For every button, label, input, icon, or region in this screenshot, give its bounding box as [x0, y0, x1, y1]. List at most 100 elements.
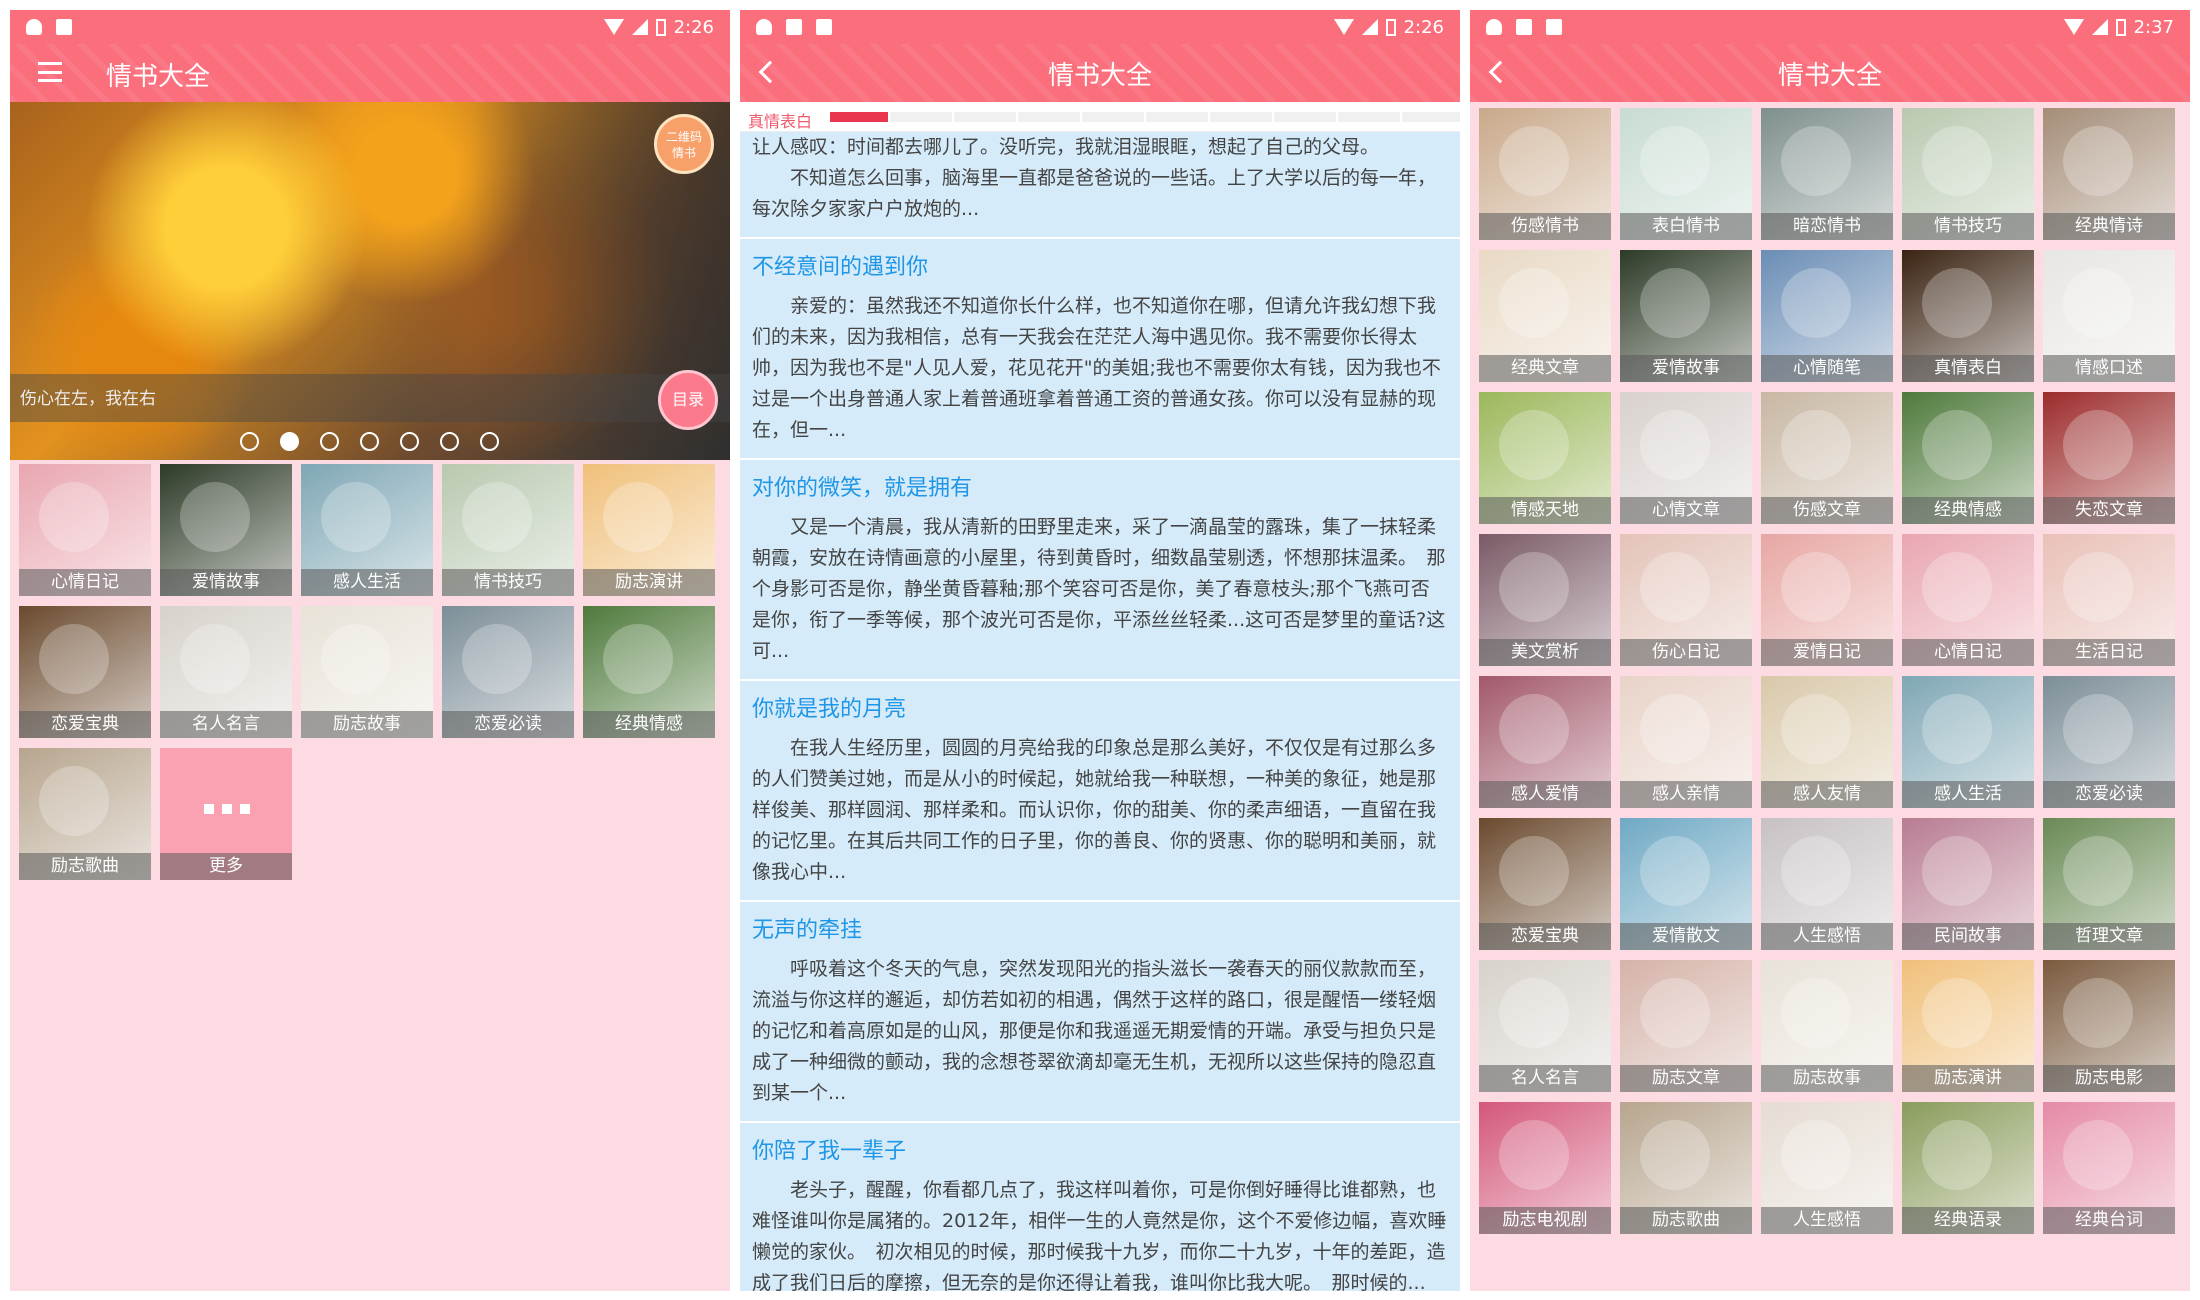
category-tile[interactable]: 经典情感: [583, 606, 715, 738]
category-tile[interactable]: 经典文章: [1479, 250, 1611, 382]
category-tile[interactable]: 伤感文章: [1761, 392, 1893, 524]
category-tile[interactable]: 励志演讲: [1902, 960, 2034, 1092]
article-card[interactable]: 对你的微笑，就是拥有 又是一个清晨，我从清新的田野里走来，采了一滴晶莹的露珠，集了…: [740, 460, 1460, 681]
article-card[interactable]: 你陪了我一辈子 老头子，醒醒，你看都几点了，我这样叫着你，可是你倒好睡得比谁都熟，…: [740, 1123, 1460, 1291]
category-tile[interactable]: 人生感悟: [1761, 1102, 1893, 1234]
carousel-dot[interactable]: [360, 432, 379, 451]
category-tile[interactable]: 暗恋情书: [1761, 108, 1893, 240]
category-image: [1499, 126, 1569, 196]
carousel-dot[interactable]: [240, 432, 259, 451]
category-tile[interactable]: 爱情日记: [1761, 534, 1893, 666]
category-tile[interactable]: 表白情书: [1620, 108, 1752, 240]
category-tile[interactable]: 感人生活: [301, 464, 433, 596]
category-tile[interactable]: 人生感悟: [1761, 818, 1893, 950]
category-tile[interactable]: 恋爱必读: [442, 606, 574, 738]
article-title[interactable]: 不经意间的遇到你: [752, 249, 1448, 281]
category-image: [2063, 552, 2133, 622]
image-icon: [1516, 19, 1532, 35]
category-tile[interactable]: 民间故事: [1902, 818, 2034, 950]
category-tile[interactable]: 爱情故事: [1620, 250, 1752, 382]
tab-active[interactable]: 真情表白: [748, 108, 812, 132]
image-icon: [786, 19, 802, 35]
category-tile[interactable]: 恋爱必读: [2043, 676, 2175, 808]
category-tile[interactable]: 感人生活: [1902, 676, 2034, 808]
category-tile[interactable]: 哲理文章: [2043, 818, 2175, 950]
category-label: 感人亲情: [1620, 781, 1752, 808]
article-card[interactable]: 不经意间的遇到你 亲爱的：虽然我还不知道你长什么样，也不知道你在哪，但请允许我幻想…: [740, 239, 1460, 460]
category-tile[interactable]: 心情文章: [1620, 392, 1752, 524]
carousel-dot[interactable]: [440, 432, 459, 451]
article-card[interactable]: 让人感叹：时间都去哪儿了。没听完，我就泪湿眼眶，想起了自己的父母。 不知道怎么回…: [740, 132, 1460, 239]
article-card[interactable]: 无声的牵挂 呼吸着这个冬天的气息，突然发现阳光的指头滋长一袭春天的丽仪款款而至，流…: [740, 902, 1460, 1123]
category-tile[interactable]: 励志电视剧: [1479, 1102, 1611, 1234]
category-tile[interactable]: 心情日记: [19, 464, 151, 596]
category-tile[interactable]: 心情随笔: [1761, 250, 1893, 382]
category-tile[interactable]: 励志文章: [1620, 960, 1752, 1092]
category-tile[interactable]: 恋爱宝典: [1479, 818, 1611, 950]
category-label: 民间故事: [1902, 923, 2034, 950]
category-tile[interactable]: 伤心日记: [1620, 534, 1752, 666]
category-image: [39, 624, 109, 694]
category-label: 励志文章: [1620, 1065, 1752, 1092]
article-card[interactable]: 你就是我的月亮 在我人生经历里，圆圆的月亮给我的印象总是那么美好，不仅仅是有过那么…: [740, 681, 1460, 902]
category-tile[interactable]: 经典台词: [2043, 1102, 2175, 1234]
category-tile[interactable]: 励志歌曲: [1620, 1102, 1752, 1234]
category-tile[interactable]: 经典语录: [1902, 1102, 2034, 1234]
more-button[interactable]: 更多: [160, 748, 292, 880]
category-tile[interactable]: 真情表白: [1902, 250, 2034, 382]
category-tile[interactable]: 情感天地: [1479, 392, 1611, 524]
article-list: 让人感叹：时间都去哪儿了。没听完，我就泪湿眼眶，想起了自己的父母。 不知道怎么回…: [740, 132, 1460, 1291]
article-title[interactable]: 你陪了我一辈子: [752, 1133, 1448, 1165]
carousel-dot[interactable]: [320, 432, 339, 451]
category-image: [462, 482, 532, 552]
category-tile[interactable]: 励志电影: [2043, 960, 2175, 1092]
category-image: [1781, 268, 1851, 338]
category-tile[interactable]: 名人名言: [160, 606, 292, 738]
more-label: 更多: [160, 853, 292, 880]
menu-icon[interactable]: [38, 62, 62, 82]
category-tile[interactable]: 经典情感: [1902, 392, 2034, 524]
category-image: [1499, 1120, 1569, 1190]
category-tile[interactable]: 失恋文章: [2043, 392, 2175, 524]
category-label: 励志电视剧: [1479, 1207, 1611, 1234]
carousel-dot[interactable]: [280, 432, 299, 451]
article-title[interactable]: 无声的牵挂: [752, 912, 1448, 944]
category-tile[interactable]: 美文赏析: [1479, 534, 1611, 666]
signal-icon: [631, 19, 648, 35]
category-tile[interactable]: 励志演讲: [583, 464, 715, 596]
category-tile[interactable]: 励志歌曲: [19, 748, 151, 880]
category-tile[interactable]: 励志故事: [301, 606, 433, 738]
category-tile[interactable]: 情感口述: [2043, 250, 2175, 382]
banner-carousel[interactable]: 二维码 情书 伤心在左，我在右 目录: [10, 102, 730, 460]
category-tile[interactable]: 感人亲情: [1620, 676, 1752, 808]
category-label: 生活日记: [2043, 639, 2175, 666]
article-title[interactable]: 你就是我的月亮: [752, 691, 1448, 723]
qrcode-badge-button[interactable]: 二维码 情书: [654, 114, 714, 174]
catalog-button[interactable]: 目录: [658, 370, 718, 430]
category-tile[interactable]: 感人爱情: [1479, 676, 1611, 808]
category-tile[interactable]: 爱情故事: [160, 464, 292, 596]
category-tile[interactable]: 励志故事: [1761, 960, 1893, 1092]
carousel-dot[interactable]: [480, 432, 499, 451]
category-image: [321, 624, 391, 694]
category-image: [2063, 694, 2133, 764]
article-title[interactable]: 对你的微笑，就是拥有: [752, 470, 1448, 502]
category-tile[interactable]: 心情日记: [1902, 534, 2034, 666]
app-bar: 情书大全: [1470, 44, 2190, 102]
category-image: [1640, 978, 1710, 1048]
category-label: 感人爱情: [1479, 781, 1611, 808]
category-tile[interactable]: 恋爱宝典: [19, 606, 151, 738]
category-tile[interactable]: 情书技巧: [442, 464, 574, 596]
category-tile[interactable]: 伤感情书: [1479, 108, 1611, 240]
category-tile[interactable]: 情书技巧: [1902, 108, 2034, 240]
category-tile[interactable]: 生活日记: [2043, 534, 2175, 666]
category-tile[interactable]: 名人名言: [1479, 960, 1611, 1092]
notification-icon: [1546, 19, 1562, 35]
app-bar: 情书大全: [10, 44, 730, 102]
category-tile[interactable]: 爱情散文: [1620, 818, 1752, 950]
category-image: [1922, 126, 1992, 196]
category-tile[interactable]: 经典情诗: [2043, 108, 2175, 240]
carousel-dot[interactable]: [400, 432, 419, 451]
category-tile[interactable]: 感人友情: [1761, 676, 1893, 808]
category-image: [1640, 268, 1710, 338]
